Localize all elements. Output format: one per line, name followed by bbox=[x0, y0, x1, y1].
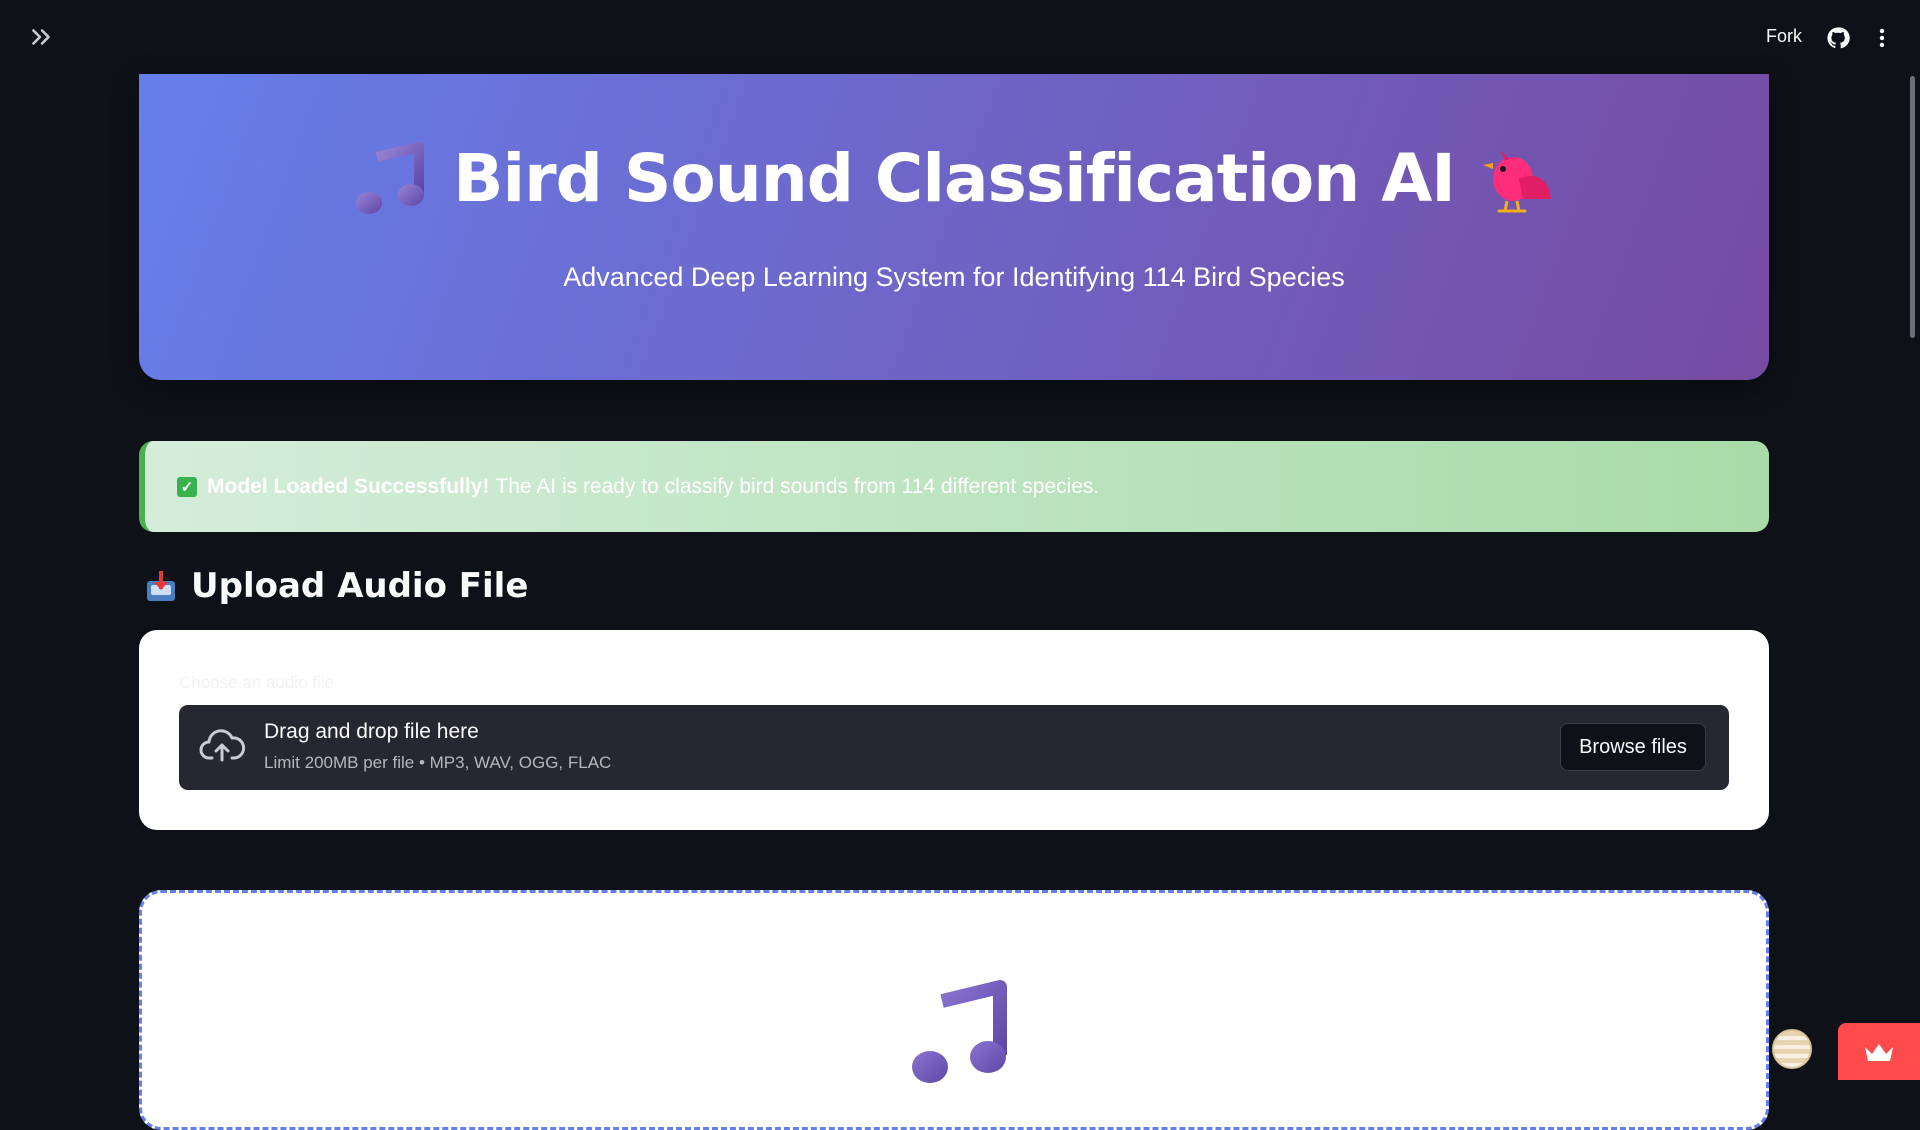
page-scrollbar[interactable] bbox=[1910, 76, 1915, 338]
musical-notes-icon bbox=[356, 141, 425, 214]
expand-sidebar-icon[interactable] bbox=[28, 24, 54, 50]
dropzone-title: Drag and drop file here bbox=[264, 720, 479, 743]
check-mark-icon: ✓ bbox=[177, 476, 197, 497]
file-uploader-card: Choose an audio file Drag and drop file … bbox=[139, 630, 1769, 830]
app-header: Fork bbox=[0, 0, 1920, 74]
music-note-icon bbox=[912, 980, 1007, 1083]
fork-link[interactable]: Fork bbox=[1766, 26, 1802, 47]
hero-title: Bird Sound Classification AI bbox=[453, 140, 1456, 217]
streamlit-badge-button[interactable] bbox=[1838, 1023, 1920, 1080]
hero-title-row: Bird Sound Classification AI bbox=[0, 140, 1908, 233]
cloud-upload-icon bbox=[199, 729, 245, 762]
crown-icon bbox=[1865, 1043, 1893, 1061]
file-uploader-label: Choose an audio file bbox=[179, 673, 335, 692]
hero-subtitle: Advanced Deep Learning System for Identi… bbox=[563, 262, 1345, 292]
status-message: The AI is ready to classify bird sounds … bbox=[495, 474, 1100, 498]
bird-icon bbox=[1482, 150, 1551, 212]
dropzone-limits: Limit 200MB per file • MP3, WAV, OGG, FL… bbox=[264, 753, 612, 772]
model-status-banner: ✓ Model Loaded Successfully! The AI is r… bbox=[139, 441, 1769, 532]
file-dropzone[interactable]: Drag and drop file here Limit 200MB per … bbox=[179, 705, 1729, 790]
upload-heading-text: Upload Audio File bbox=[191, 566, 529, 606]
main-menu-icon[interactable] bbox=[1872, 26, 1892, 50]
browse-files-button[interactable]: Browse files bbox=[1560, 723, 1706, 771]
status-bold-text: Model Loaded Successfully! bbox=[207, 474, 490, 498]
audio-placeholder-card bbox=[139, 890, 1769, 1130]
inbox-tray-icon bbox=[147, 571, 175, 601]
github-icon[interactable] bbox=[1826, 26, 1850, 50]
upload-section-heading: Upload Audio File bbox=[145, 566, 528, 606]
user-avatar[interactable] bbox=[1772, 1029, 1812, 1069]
